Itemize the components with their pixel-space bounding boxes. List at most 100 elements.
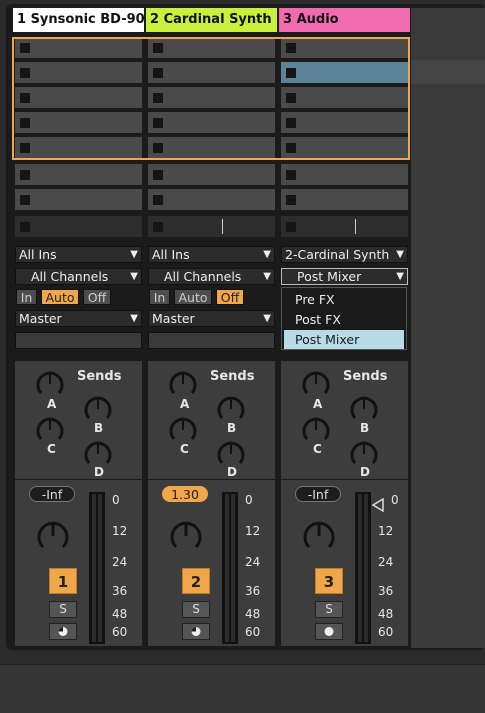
output-channel-select[interactable] [15,332,142,349]
input-channel-select[interactable]: Post Mixer ▼ [281,268,408,285]
stop-button-icon[interactable] [20,195,30,205]
stop-button-icon[interactable] [20,170,30,180]
stop-button-icon[interactable] [20,43,30,53]
stop-button-icon[interactable] [153,43,163,53]
clip-slot[interactable] [15,112,142,133]
send-b-knob[interactable] [216,394,246,424]
clip-slot[interactable] [281,189,408,210]
track-stop-slot[interactable] [148,216,275,237]
menu-item-post-fx[interactable]: Post FX [284,310,404,329]
clip-slot[interactable] [281,37,408,58]
stop-button-icon[interactable] [286,68,296,78]
clip-slot[interactable] [148,137,275,158]
clip-slot[interactable] [148,189,275,210]
stop-button-icon[interactable] [286,195,296,205]
meter-tick: 48 [112,607,128,621]
stop-button-icon[interactable] [286,43,296,53]
stop-button-icon[interactable] [286,93,296,103]
stop-button-icon[interactable] [153,93,163,103]
stop-all-clips-icon[interactable] [286,222,296,232]
clip-slot[interactable] [281,164,408,185]
stop-button-icon[interactable] [153,143,163,153]
stop-all-clips-icon[interactable] [20,222,30,232]
bottom-panel [0,664,485,713]
input-type-select[interactable]: 2-Cardinal Synth ▼ [281,246,408,263]
track-1-header[interactable]: 1 Synsonic BD-90 [13,8,144,32]
pan-knob[interactable] [35,518,71,554]
stop-all-clips-icon[interactable] [153,222,163,232]
monitor-off-button[interactable]: Off [216,289,244,305]
track-activator-button[interactable]: 2 [182,568,210,594]
clip-slot[interactable] [281,137,408,158]
stop-button-icon[interactable] [20,118,30,128]
output-channel-select[interactable] [148,332,275,349]
menu-item-post-mixer[interactable]: Post Mixer [284,330,404,349]
volume-meter[interactable] [222,492,238,644]
input-type-value: 2-Cardinal Synth [285,247,390,262]
stop-button-icon[interactable] [286,143,296,153]
send-a-knob[interactable] [168,369,198,399]
track-activator-button[interactable]: 1 [49,568,77,594]
send-a-knob[interactable] [35,369,65,399]
monitor-in-button[interactable]: In [149,289,170,305]
track-1: 1 Synsonic BD-90 All Ins ▼ All Channels ▼ … [13,8,144,646]
arm-button[interactable] [182,623,210,640]
solo-button[interactable]: S [182,601,210,618]
stop-button-icon[interactable] [20,143,30,153]
input-channel-select[interactable]: All Channels ▼ [15,268,142,285]
stop-button-icon[interactable] [286,170,296,180]
volume-meter[interactable] [89,492,105,644]
stop-button-icon[interactable] [153,68,163,78]
input-type-select[interactable]: All Ins ▼ [148,246,275,263]
clip-slot[interactable] [15,62,142,83]
clip-slot[interactable] [148,164,275,185]
output-type-select[interactable]: Master ▼ [148,310,275,327]
pan-knob[interactable] [168,518,204,554]
clip-slot-selected[interactable] [281,62,408,83]
stop-button-icon[interactable] [20,68,30,78]
clip-slot[interactable] [148,37,275,58]
clip-slot[interactable] [15,189,142,210]
input-channel-select[interactable]: All Channels ▼ [148,268,275,285]
meter-tick: 24 [112,555,128,569]
volume-display[interactable]: 1.30 [162,486,208,502]
send-b-knob[interactable] [83,394,113,424]
input-type-select[interactable]: All Ins ▼ [15,246,142,263]
stop-button-icon[interactable] [153,195,163,205]
dropdown-arrow-icon: ▼ [263,313,271,324]
clip-slot[interactable] [15,137,142,158]
solo-button[interactable]: S [49,601,77,618]
meter-tick: 24 [245,555,261,569]
dropdown-arrow-icon: ▼ [130,313,138,324]
clip-slot[interactable] [281,87,408,108]
menu-item-pre-fx[interactable]: Pre FX [284,290,404,309]
output-type-select[interactable]: Master ▼ [15,310,142,327]
stop-button-icon[interactable] [153,170,163,180]
monitor-auto-button[interactable]: Auto [41,289,79,305]
monitor-in-button[interactable]: In [16,289,37,305]
stop-button-icon[interactable] [286,118,296,128]
clip-slot[interactable] [148,112,275,133]
track-2-header[interactable]: 2 Cardinal Synth [146,8,277,32]
clip-slot[interactable] [148,62,275,83]
send-c-knob[interactable] [168,415,198,445]
track-3-header[interactable]: 3 Audio [279,8,410,32]
clip-slot[interactable] [15,87,142,108]
track-stop-slot[interactable] [15,216,142,237]
monitor-auto-button[interactable]: Auto [174,289,212,305]
clip-slot[interactable] [15,37,142,58]
stop-button-icon[interactable] [20,93,30,103]
send-c-knob[interactable] [35,415,65,445]
record-arm-icon [191,627,201,636]
stop-button-icon[interactable] [153,118,163,128]
meter-tick: 12 [112,524,128,538]
clip-slot[interactable] [15,164,142,185]
track-stop-divider [222,219,223,234]
track-stop-slot[interactable] [281,216,408,237]
clip-slot[interactable] [281,112,408,133]
mixer-section: -Inf 1 S 0 12 24 36 48 60 [15,480,142,646]
clip-slot[interactable] [148,87,275,108]
monitor-off-button[interactable]: Off [83,289,111,305]
volume-display[interactable]: -Inf [29,486,75,502]
arm-button[interactable] [49,623,77,640]
